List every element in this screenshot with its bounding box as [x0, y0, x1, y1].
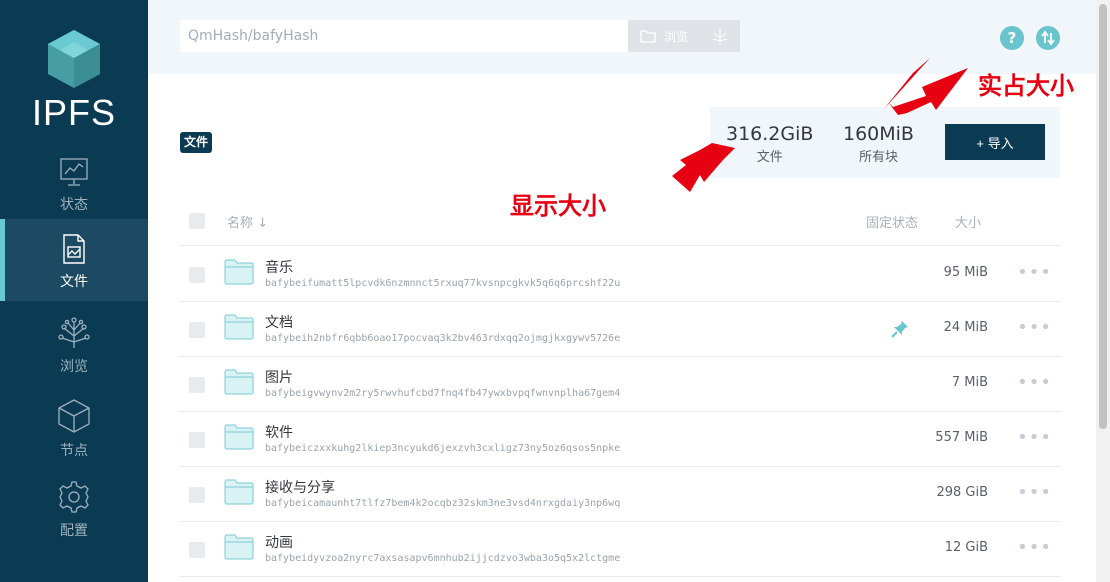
sidebar-item-peers[interactable]: 节点	[0, 392, 148, 474]
file-size: 7 MiB	[951, 375, 988, 390]
sidebar-item-label: 节点	[60, 443, 88, 459]
row-checkbox[interactable]	[189, 377, 205, 393]
help-icon[interactable]: ?	[1000, 26, 1024, 50]
size-column-header[interactable]: 大小	[955, 212, 981, 231]
sidebar: IPFS 状态 文件 浏览 节点 配置	[0, 0, 148, 582]
logo-text: IPFS	[31, 92, 116, 133]
row-checkbox[interactable]	[189, 487, 205, 503]
file-size: 298 GiB	[936, 485, 988, 500]
file-name[interactable]: 动画	[265, 532, 293, 552]
display-size-annotation: 显示大小	[510, 192, 606, 220]
sidebar-item-label: 文件	[60, 274, 88, 290]
sidebar-item-label: 浏览	[60, 359, 88, 375]
ipfs-logo[interactable]: IPFS	[0, 28, 148, 134]
more-options-icon[interactable]: •••	[1017, 429, 1052, 447]
files-size-value: 316.2GiB	[726, 123, 814, 145]
folder-icon	[224, 259, 254, 289]
status-chart-icon	[60, 158, 88, 186]
file-cid: bafybeiczxxkuhg2lkiep3ncyukd6jexzvh3cxli…	[265, 443, 621, 454]
sidebar-item-files[interactable]: 文件	[0, 219, 148, 301]
more-options-icon[interactable]: •••	[1017, 484, 1052, 502]
file-name[interactable]: 图片	[265, 367, 293, 387]
file-size: 95 MiB	[943, 265, 988, 280]
file-row[interactable]: 软件 bafybeiczxxkuhg2lkiep3ncyukd6jexzvh3cx…	[180, 412, 1060, 467]
file-name[interactable]: 软件	[265, 422, 293, 442]
file-size: 12 GiB	[944, 540, 988, 555]
explore-tree-icon	[58, 317, 90, 348]
row-checkbox[interactable]	[189, 267, 205, 283]
files-size-stat: 316.2GiB 文件	[726, 123, 813, 165]
sidebar-item-explore[interactable]: 浏览	[0, 310, 148, 392]
sidebar-item-settings[interactable]: 配置	[0, 474, 148, 556]
file-cid: bafybeidyvzoa2nyrc7axsasapv6mnhub2ijjcdz…	[265, 553, 621, 564]
pin-icon[interactable]	[890, 319, 910, 343]
more-options-icon[interactable]: •••	[1017, 539, 1052, 557]
import-button[interactable]: + 导入	[945, 124, 1045, 160]
pin-status-column-header: 固定状态	[866, 216, 919, 231]
folder-icon	[224, 479, 254, 509]
blocks-size-value: 160MiB	[843, 123, 914, 145]
browse-button[interactable]: 浏览	[628, 20, 740, 52]
browse-label: 浏览	[664, 29, 689, 44]
folder-icon	[224, 534, 254, 564]
file-cid: bafybeifumatt5lpcvdk6nzmnnct5rxuq77kvsnp…	[265, 278, 621, 289]
page-scrollbar[interactable]	[1096, 0, 1110, 582]
scrollbar-thumb[interactable]	[1099, 4, 1107, 429]
blocks-size-stat: 160MiB 所有块	[843, 123, 914, 165]
file-cid: bafybeigvwynv2m2ry5rwvhufcbd7fnq4fb47ywx…	[265, 388, 621, 399]
file-row[interactable]: 接收与分享 bafybeicamaunht7tlfz7bem4k2ocqbz32s…	[180, 467, 1060, 522]
peers-cube-icon	[58, 399, 90, 433]
file-row[interactable]: 音乐 bafybeifumatt5lpcvdk6nzmnnct5rxuq77kvs…	[180, 247, 1060, 302]
files-size-label: 文件	[756, 150, 783, 165]
explore-tree-icon	[712, 29, 728, 45]
file-size: 557 MiB	[935, 430, 988, 445]
file-row[interactable]: 图片 bafybeigvwynv2m2ry5rwvhufcbd7fnq4fb47y…	[180, 357, 1060, 412]
folder-icon	[224, 424, 254, 454]
file-name[interactable]: 接收与分享	[265, 477, 335, 497]
folder-icon	[640, 30, 656, 43]
file-cid: bafybeih2nbfr6qbb6oao17pocvaq3k2bv463rdx…	[265, 333, 621, 344]
sidebar-item-label: 状态	[60, 197, 88, 213]
select-all-checkbox[interactable]	[189, 213, 205, 229]
row-checkbox[interactable]	[189, 322, 205, 338]
name-column-header[interactable]: 名称 ↓	[227, 212, 268, 231]
file-row[interactable]: 文档 bafybeih2nbfr6qbb6oao17pocvaq3k2bv463r…	[180, 302, 1060, 357]
hash-search-input[interactable]	[180, 20, 628, 52]
file-cid: bafybeicamaunht7tlfz7bem4k2ocqbz32skm3ne…	[265, 498, 621, 509]
blocks-size-label: 所有块	[858, 150, 898, 165]
row-checkbox[interactable]	[189, 432, 205, 448]
sidebar-item-label: 配置	[60, 523, 88, 539]
files-document-icon	[63, 234, 85, 264]
top-header: 浏览 ?	[148, 0, 1096, 74]
file-name[interactable]: 文档	[265, 312, 293, 332]
more-options-icon[interactable]: •••	[1017, 264, 1052, 282]
actual-size-annotation: 实占大小	[978, 72, 1074, 100]
ipfs-cube-logo-icon	[48, 30, 100, 88]
folder-icon	[224, 314, 254, 344]
file-size: 24 MiB	[943, 320, 988, 335]
file-name[interactable]: 音乐	[265, 257, 293, 277]
settings-gear-icon	[59, 481, 89, 513]
folder-icon	[224, 369, 254, 399]
more-options-icon[interactable]: •••	[1017, 374, 1052, 392]
file-list-header: 名称 ↓ 固定状态 大小	[180, 200, 1060, 246]
sync-arrows-icon[interactable]	[1036, 26, 1060, 50]
files-page-tag: 文件	[180, 132, 213, 153]
more-options-icon[interactable]: •••	[1017, 319, 1052, 337]
storage-stats: 316.2GiB 文件 160MiB 所有块 + 导入	[710, 107, 1060, 178]
file-row[interactable]: 动画 bafybeidyvzoa2nyrc7axsasapv6mnhub2ijjc…	[180, 522, 1060, 577]
row-checkbox[interactable]	[189, 542, 205, 558]
